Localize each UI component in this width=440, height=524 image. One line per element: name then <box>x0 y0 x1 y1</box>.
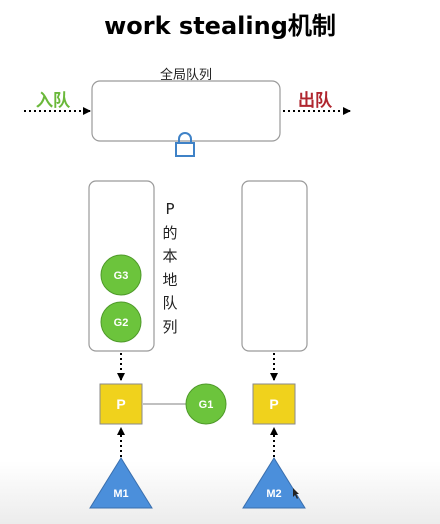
page-title: work stealing机制 <box>104 12 336 40</box>
global-queue-label: 全局队列 <box>159 68 212 83</box>
local-queue-label-char: 列 <box>162 317 178 336</box>
machine-m1 <box>89 457 153 509</box>
machine-m1-label: M1 <box>113 488 128 500</box>
goroutine-g2-label: G2 <box>114 317 129 329</box>
goroutine-g1-label: G1 <box>199 399 214 411</box>
processor-p1-label: P <box>116 396 125 412</box>
processor-p2-label: P <box>269 396 278 412</box>
local-queue-label-char: 地 <box>162 270 178 289</box>
global-queue-box <box>91 80 281 142</box>
local-queue-label-char: 本 <box>162 247 178 265</box>
goroutine-g3-label: G3 <box>114 270 129 282</box>
machine-m2-label: M2 <box>266 488 281 500</box>
enqueue-label: 入队 <box>36 91 70 111</box>
local-queue-label-char: P <box>165 200 175 218</box>
local-queue-label-char: 队 <box>162 294 178 312</box>
machine-m2 <box>242 457 306 509</box>
local-queue-box-2 <box>241 180 308 352</box>
dequeue-label: 出队 <box>298 91 332 111</box>
local-queue-label-char: 的 <box>162 223 178 242</box>
local-queue-label: P 的 本 地 队 列 <box>160 198 180 339</box>
